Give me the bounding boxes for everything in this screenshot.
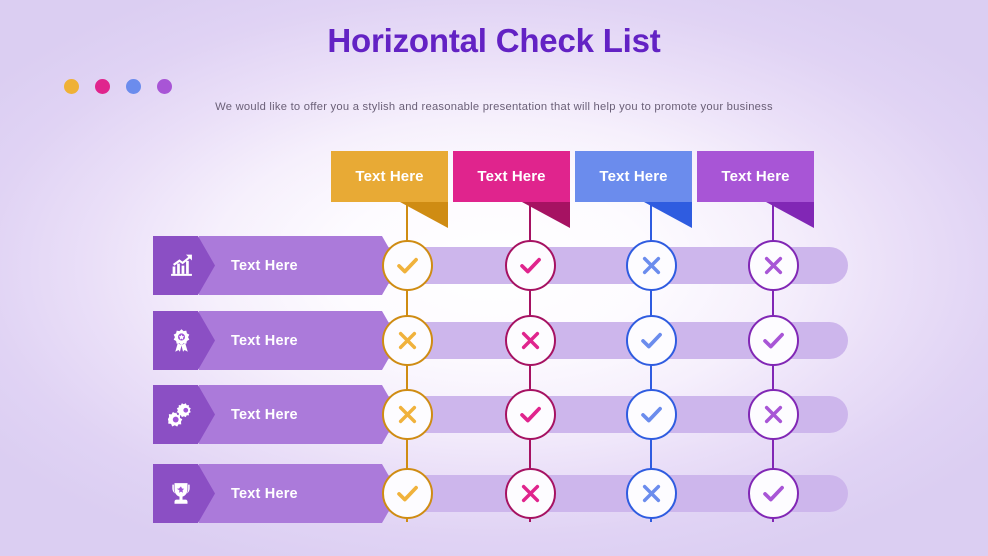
decorative-dot-group [64,79,172,94]
check-mark-icon[interactable] [504,240,556,291]
check-mark-icon[interactable] [625,389,677,440]
cross-mark-icon[interactable] [504,315,556,366]
column-header-3[interactable]: Text Here [575,151,692,228]
column-header-2[interactable]: Text Here [453,151,570,228]
cross-mark-icon[interactable] [747,389,799,440]
cross-mark-icon[interactable] [625,468,677,519]
check-mark-icon[interactable] [381,240,433,291]
gears-icon [161,385,201,444]
column-header-1[interactable]: Text Here [331,151,448,228]
row-label: Text Here [231,257,298,274]
page-title: Horizontal Check List [327,22,661,59]
cross-mark-icon[interactable] [381,315,433,366]
check-mark-icon[interactable] [381,468,433,519]
chart-growth-icon [161,236,201,295]
check-mark-icon[interactable] [747,468,799,519]
check-mark-icon[interactable] [747,315,799,366]
dot-purple [157,79,172,94]
dot-blue [126,79,141,94]
row-label: Text Here [231,485,298,502]
column-header-label: Text Here [331,151,448,202]
row-label: Text Here [231,332,298,349]
dot-pink [95,79,110,94]
row-label: Text Here [231,406,298,423]
slide-canvas: Horizontal Check List We would like to o… [0,0,988,556]
column-header-label: Text Here [697,151,814,202]
check-mark-icon[interactable] [504,389,556,440]
cross-mark-icon[interactable] [747,240,799,291]
cross-mark-icon[interactable] [381,389,433,440]
trophy-icon [161,464,201,523]
cross-mark-icon[interactable] [504,468,556,519]
check-mark-icon[interactable] [625,315,677,366]
column-header-label: Text Here [453,151,570,202]
dot-yellow [64,79,79,94]
page-subtitle: We would like to offer you a stylish and… [215,101,773,113]
cross-mark-icon[interactable] [625,240,677,291]
award-badge-icon [161,311,201,370]
column-header-label: Text Here [575,151,692,202]
column-header-4[interactable]: Text Here [697,151,814,228]
